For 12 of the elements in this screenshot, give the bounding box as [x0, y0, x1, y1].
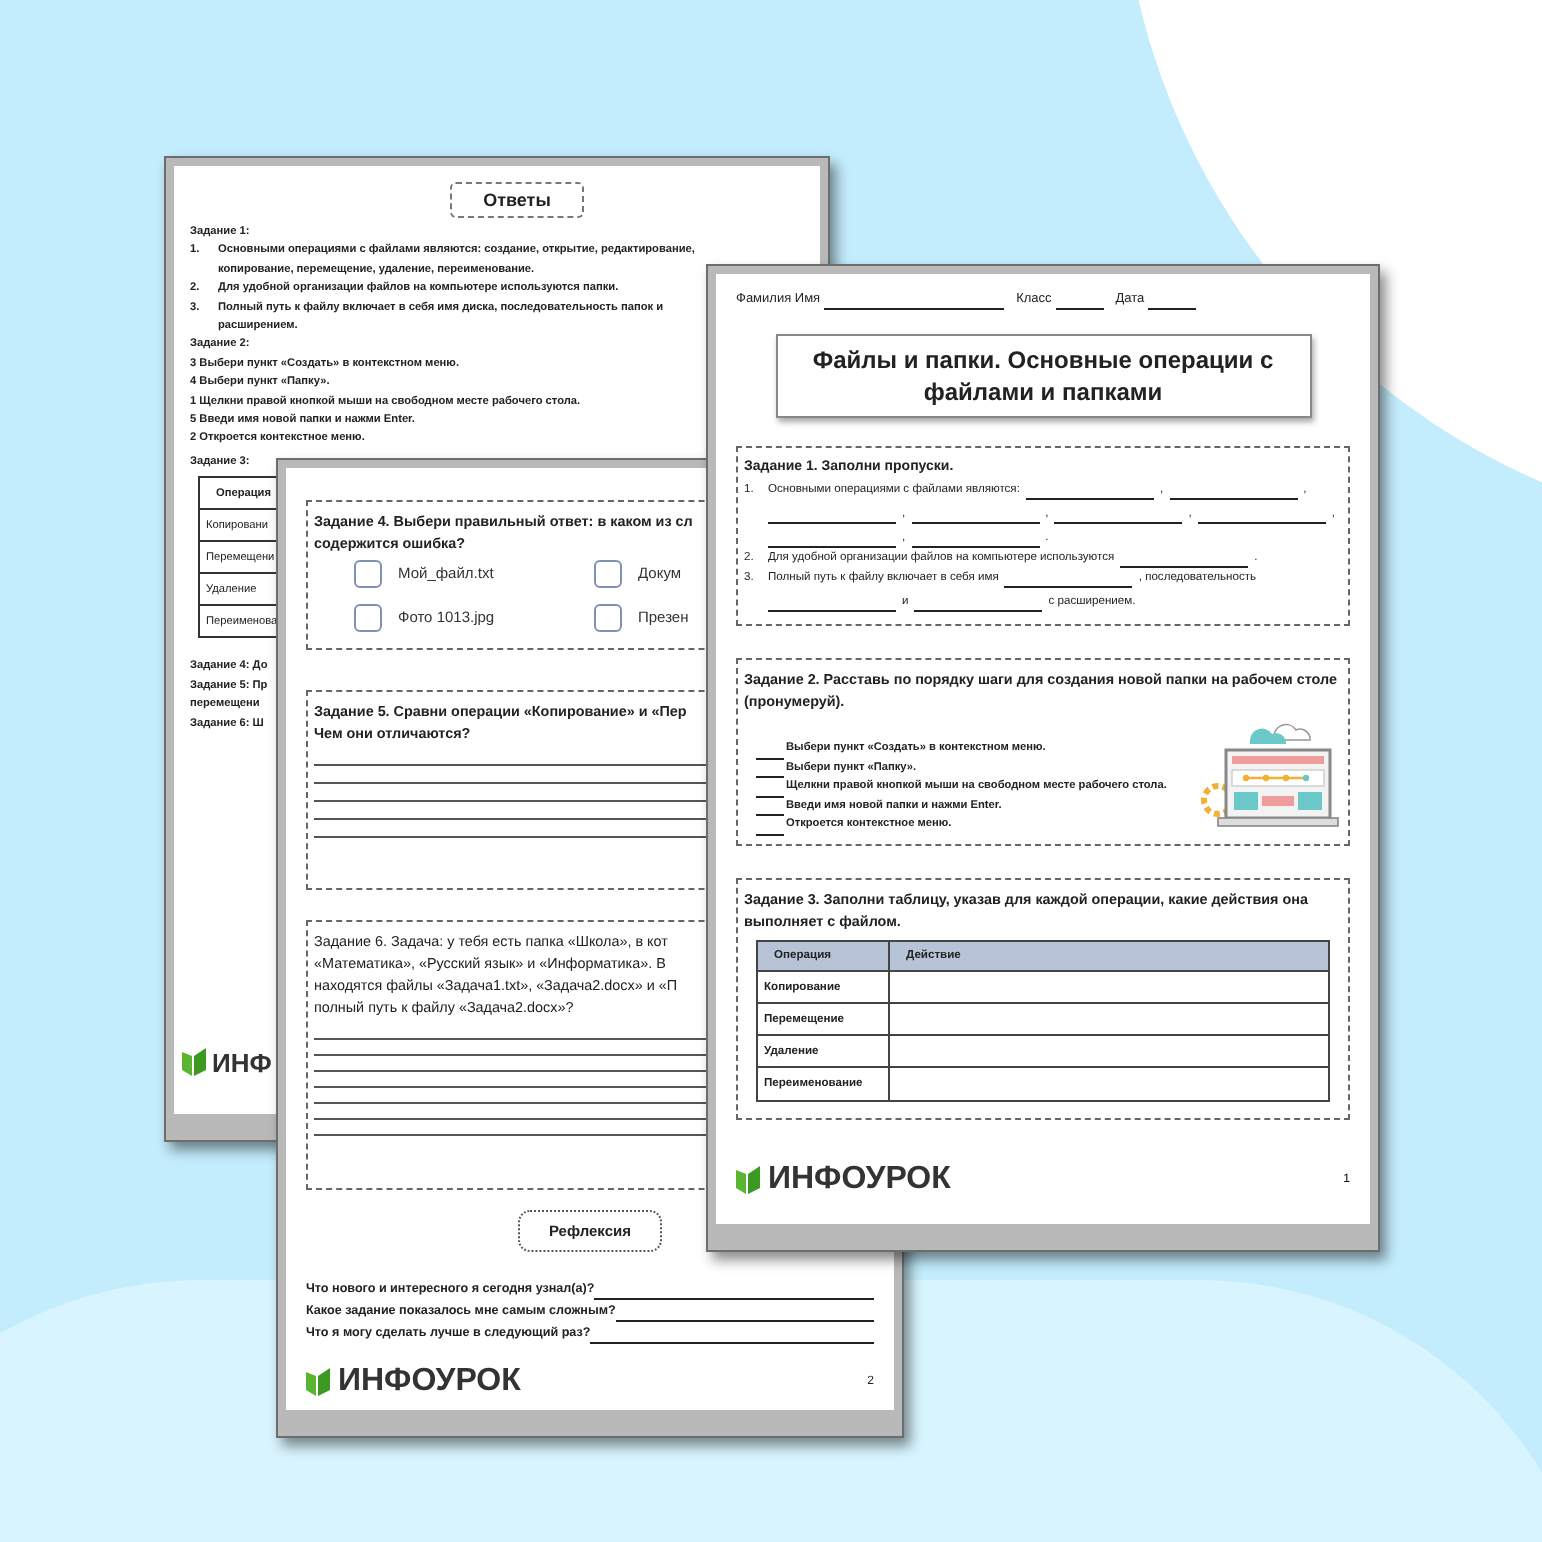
checkbox[interactable]: [594, 560, 622, 588]
logo-icon: [182, 1046, 208, 1079]
title-box: Ответы: [449, 182, 585, 218]
title-box: Файлы и папки. Основные операции с файлами и папками: [775, 333, 1311, 418]
logo-icon: [306, 1366, 332, 1399]
checkbox[interactable]: [354, 560, 382, 588]
logo-text: ИНФ: [212, 1045, 272, 1081]
logo-text: ИНФОУРОК: [768, 1160, 951, 1200]
logo-text: ИНФОУРОК: [338, 1364, 521, 1401]
logo-icon: [736, 1164, 762, 1196]
checkbox[interactable]: [354, 604, 382, 632]
checkbox[interactable]: [594, 604, 622, 632]
